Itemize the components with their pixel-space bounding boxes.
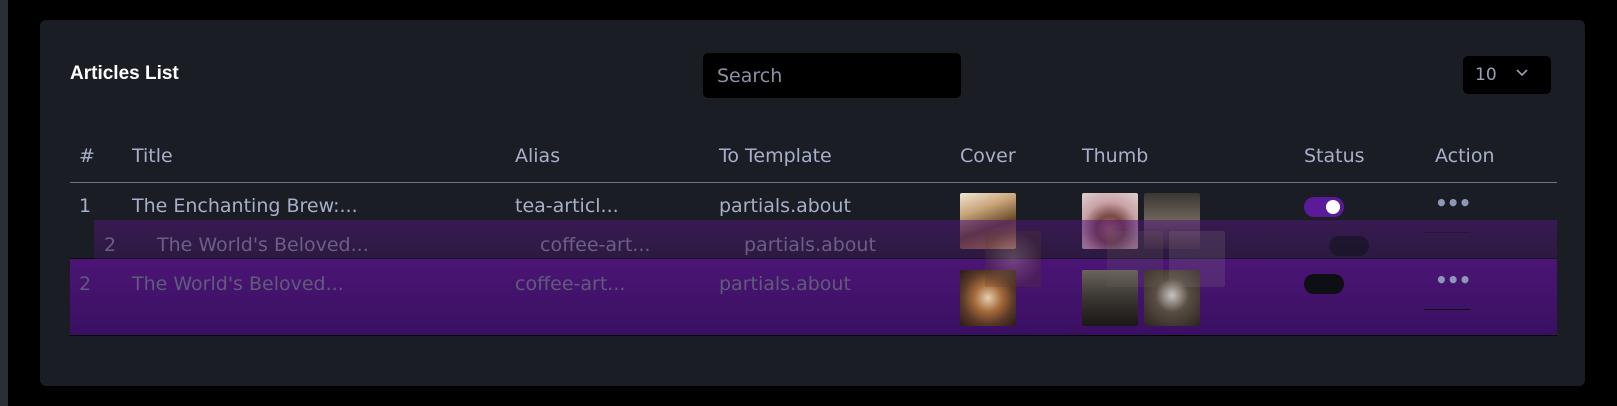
column-header-alias: Alias	[515, 145, 561, 167]
window-edge	[0, 0, 8, 406]
table-row-highlight	[70, 259, 1557, 335]
ghost-alias: coffee-art...	[540, 234, 651, 256]
ghost-cover-image	[985, 231, 1041, 287]
row-1-action-menu-icon[interactable]: •••	[1435, 191, 1471, 215]
column-header-action: Action	[1435, 145, 1495, 167]
row-1-number: 1	[79, 195, 92, 217]
header-divider	[70, 182, 1557, 183]
column-header-status: Status	[1304, 145, 1365, 167]
column-header-number: #	[79, 145, 95, 167]
row-2-title: The World's Beloved...	[132, 273, 344, 295]
ghost-status-toggle	[1329, 236, 1369, 256]
row-2-bottom-divider	[70, 335, 1557, 336]
ghost-title: The World's Beloved...	[157, 234, 369, 256]
page-size-select[interactable]: 10	[1463, 56, 1551, 94]
row-2-action-underline	[1424, 309, 1470, 310]
chevron-down-icon	[1516, 69, 1528, 77]
row-2-status-toggle[interactable]	[1304, 274, 1344, 294]
row-1-alias: tea-articl...	[515, 195, 619, 217]
ghost-thumb-image-2	[1169, 231, 1225, 287]
row-2-template: partials.about	[719, 273, 851, 295]
search-input[interactable]	[703, 53, 961, 98]
ghost-thumb-image-1	[1107, 231, 1163, 287]
ghost-number: 2	[104, 234, 117, 256]
toggle-knob	[1326, 200, 1340, 214]
row-2-number: 2	[79, 273, 92, 295]
ghost-template: partials.about	[744, 234, 876, 256]
row-1-title: The Enchanting Brew:...	[132, 195, 358, 217]
page-size-value: 10	[1475, 65, 1497, 85]
page-title: Articles List	[70, 63, 179, 84]
column-header-template: To Template	[719, 145, 832, 167]
row-2-action-menu-icon[interactable]: •••	[1435, 268, 1471, 292]
row-1-status-toggle[interactable]	[1304, 197, 1344, 217]
row-2-alias: coffee-art...	[515, 273, 626, 295]
column-header-title: Title	[132, 145, 173, 167]
column-header-thumb: Thumb	[1082, 145, 1149, 167]
row-1-template: partials.about	[719, 195, 851, 217]
column-header-cover: Cover	[960, 145, 1016, 167]
